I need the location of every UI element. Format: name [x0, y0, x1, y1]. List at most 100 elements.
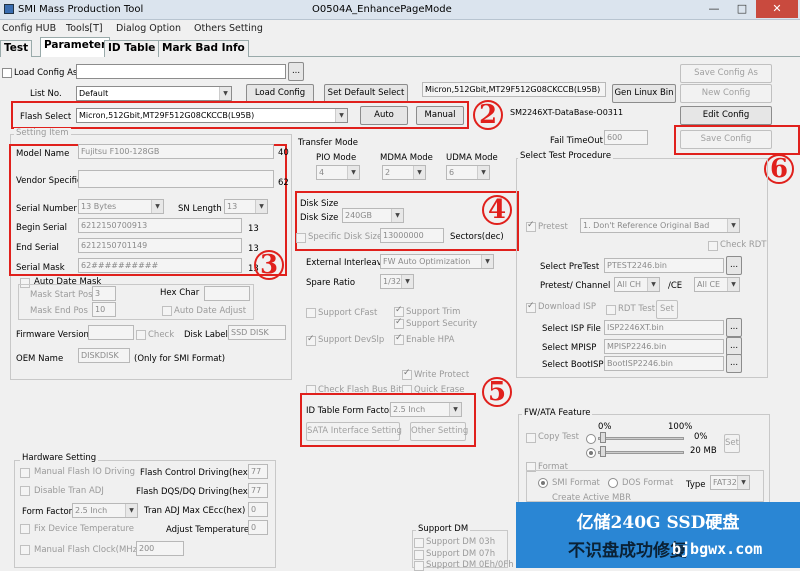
- fail-timeout-input[interactable]: 600: [604, 130, 648, 145]
- save-config-button[interactable]: Save Config: [680, 130, 772, 149]
- edit-config-button[interactable]: Edit Config: [680, 106, 772, 125]
- ce-select[interactable]: All CE ▼: [694, 277, 740, 292]
- specific-disk-size-input[interactable]: 13000000: [380, 228, 444, 243]
- id-table-form-factor-select[interactable]: 2.5 Inch ▼: [390, 402, 462, 417]
- support-security-checkbox[interactable]: [394, 317, 404, 329]
- mask-end-pos-input[interactable]: 10: [92, 302, 116, 317]
- save-config-as-button[interactable]: Save Config As: [680, 64, 772, 83]
- auto-button[interactable]: Auto: [360, 106, 408, 125]
- menu-others-setting[interactable]: Others Setting: [194, 23, 263, 34]
- copy-test-set-button[interactable]: Set: [724, 434, 740, 453]
- manual-button[interactable]: Manual: [416, 106, 464, 125]
- menu-tools[interactable]: Tools[T]: [66, 23, 103, 34]
- sn-length-select[interactable]: 13 ▼: [224, 199, 268, 214]
- support-cfast-checkbox[interactable]: [306, 308, 316, 318]
- check-rdt-checkbox[interactable]: [708, 241, 718, 251]
- flash-dqs-dq-driving-input[interactable]: 77: [248, 483, 268, 498]
- select-bootisp-browse-button[interactable]: ...: [726, 354, 742, 373]
- support-trim-checkbox[interactable]: [394, 305, 404, 317]
- oem-name-input[interactable]: DISKDISK: [78, 348, 130, 363]
- manual-flash-clock-checkbox[interactable]: [20, 545, 30, 555]
- load-config-browse-button[interactable]: ...: [288, 62, 304, 81]
- copy-percent-slider[interactable]: [598, 437, 684, 440]
- tran-adj-max-input[interactable]: 0: [248, 502, 268, 517]
- serial-number-select[interactable]: 13 Bytes ▼: [78, 199, 164, 214]
- flash-control-driving-input[interactable]: 77: [248, 464, 268, 479]
- copy-size-slider[interactable]: [598, 451, 684, 454]
- vendor-specific-input[interactable]: [78, 170, 274, 188]
- firmware-version-input[interactable]: [88, 325, 134, 340]
- check-checkbox[interactable]: [136, 330, 146, 340]
- disk-size-select[interactable]: 240GB ▼: [342, 208, 404, 223]
- support-trim-label: Support Trim: [406, 307, 461, 317]
- adjust-temperature-input[interactable]: 0: [248, 520, 268, 535]
- smi-format-radio[interactable]: [538, 478, 548, 488]
- close-button[interactable]: ✕: [756, 0, 798, 18]
- load-config-as-checkbox[interactable]: [2, 68, 12, 78]
- mdma-mode-select[interactable]: 2 ▼: [382, 165, 426, 180]
- begin-serial-length: 13: [248, 224, 259, 234]
- copy-size-radio[interactable]: [586, 448, 596, 458]
- support-dm-0eh-checkbox[interactable]: [414, 561, 424, 571]
- new-config-button[interactable]: New Config: [680, 84, 772, 103]
- select-mpisp-input[interactable]: MPISP2246.bin: [604, 339, 724, 354]
- manual-flash-clock-input[interactable]: 200: [136, 541, 184, 556]
- tab-test[interactable]: Test: [0, 40, 33, 57]
- maximize-button[interactable]: □: [728, 0, 756, 18]
- copy-percent-radio[interactable]: [586, 434, 596, 444]
- minimize-button[interactable]: —: [700, 0, 728, 18]
- menu-config-hub[interactable]: Config HUB: [2, 23, 56, 34]
- mask-start-pos-input[interactable]: 3: [92, 286, 116, 301]
- manual-flash-io-checkbox[interactable]: [20, 468, 30, 478]
- rdt-test-checkbox[interactable]: [606, 305, 616, 315]
- select-pretest-browse-button[interactable]: ...: [726, 256, 742, 275]
- load-config-path-input[interactable]: [76, 64, 286, 79]
- tab-parameter[interactable]: Parameter: [40, 37, 111, 57]
- fix-device-temperature-checkbox[interactable]: [20, 524, 30, 534]
- dos-format-radio[interactable]: [608, 478, 618, 488]
- disable-tran-adj-checkbox[interactable]: [20, 486, 30, 496]
- format-type-select[interactable]: FAT32 ▼: [710, 475, 750, 490]
- external-interleave-select[interactable]: FW Auto Optimization ▼: [380, 254, 494, 269]
- support-dm-07h-checkbox[interactable]: [414, 550, 424, 560]
- copy-test-checkbox[interactable]: [526, 433, 536, 443]
- enable-hpa-checkbox[interactable]: [394, 333, 404, 345]
- download-isp-checkbox[interactable]: [526, 301, 536, 313]
- list-no-select[interactable]: Default ▼: [76, 86, 232, 101]
- other-setting-button[interactable]: Other Setting: [410, 422, 468, 441]
- menu-dialog-option[interactable]: Dialog Option: [116, 23, 181, 34]
- select-mpisp-label: Select MPISP: [542, 343, 597, 353]
- support-devslp-checkbox[interactable]: [306, 334, 316, 346]
- pretest-select[interactable]: 1. Don't Reference Original Bad ▼: [580, 218, 740, 233]
- pio-mode-label: PIO Mode: [316, 153, 357, 163]
- begin-serial-input[interactable]: 6212150700913: [78, 218, 242, 233]
- model-name-input[interactable]: Fujitsu F100-128GB: [78, 144, 274, 159]
- end-serial-input[interactable]: 6212150701149: [78, 238, 242, 253]
- sata-interface-setting-button[interactable]: SATA Interface Setting: [306, 422, 402, 441]
- gen-linux-bin-button[interactable]: Gen Linux Bin: [612, 84, 676, 103]
- chevron-down-icon: ▼: [413, 166, 425, 179]
- form-factor-select[interactable]: 2.5 Inch ▼: [72, 503, 138, 518]
- write-protect-checkbox[interactable]: [402, 368, 412, 380]
- tab-mark-bad-info[interactable]: Mark Bad Info: [158, 40, 249, 57]
- hex-char-input[interactable]: [204, 286, 250, 301]
- rdt-set-button[interactable]: Set: [656, 300, 678, 319]
- select-isp-browse-button[interactable]: ...: [726, 318, 742, 337]
- spare-ratio-select[interactable]: 1/32 ▼: [380, 274, 414, 289]
- copy-percent-slider-thumb[interactable]: [600, 432, 606, 443]
- serial-mask-input[interactable]: 62##########: [78, 258, 242, 273]
- udma-mode-select[interactable]: 6 ▼: [446, 165, 490, 180]
- support-dm-03h-checkbox[interactable]: [414, 538, 424, 548]
- channel-select[interactable]: All CH ▼: [614, 277, 660, 292]
- pretest-checkbox[interactable]: [526, 220, 536, 232]
- select-isp-file-input[interactable]: ISP2246XT.bin: [604, 320, 724, 335]
- tab-id-table[interactable]: ID Table: [104, 40, 160, 57]
- select-pretest-input[interactable]: PTEST2246.bin: [604, 258, 724, 273]
- pio-mode-select[interactable]: 4 ▼: [316, 165, 360, 180]
- auto-date-adjust-checkbox[interactable]: [162, 306, 172, 316]
- copy-size-slider-thumb[interactable]: [600, 446, 606, 457]
- specific-disk-size-checkbox[interactable]: [296, 233, 306, 243]
- select-bootisp-input[interactable]: BootISP2246.bin: [604, 356, 724, 371]
- flash-select-dropdown[interactable]: Micron,512Gbit,MT29F512G08CKCCB(L95B) ▼: [76, 108, 348, 123]
- disk-label-input[interactable]: SSD DISK: [228, 325, 286, 340]
